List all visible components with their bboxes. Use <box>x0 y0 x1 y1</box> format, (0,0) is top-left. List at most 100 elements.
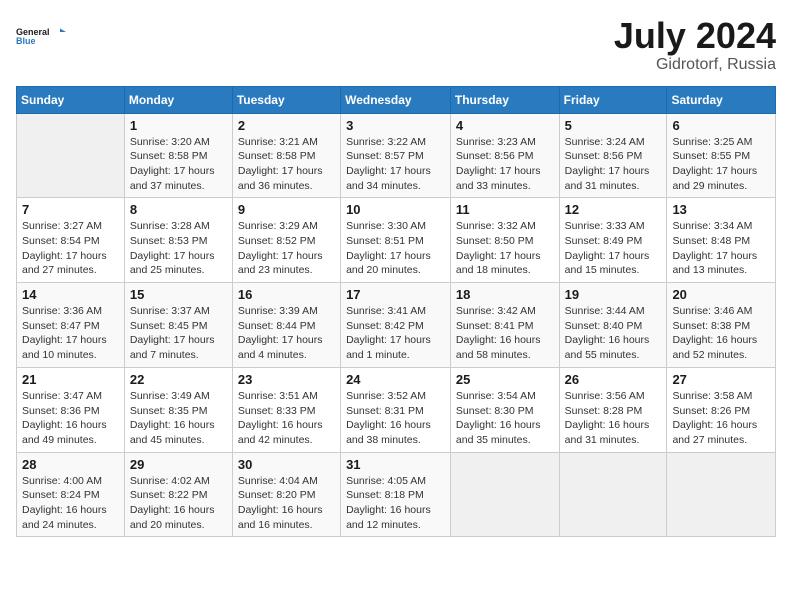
day-info: Sunrise: 4:02 AM Sunset: 8:22 PM Dayligh… <box>130 474 227 533</box>
calendar-cell: 7 Sunrise: 3:27 AM Sunset: 8:54 PM Daylig… <box>17 198 125 283</box>
day-number: 22 <box>130 372 227 387</box>
calendar-cell: 13 Sunrise: 3:34 AM Sunset: 8:48 PM Dayli… <box>667 198 776 283</box>
calendar-cell: 21 Sunrise: 3:47 AM Sunset: 8:36 PM Dayli… <box>17 367 125 452</box>
calendar-cell: 3 Sunrise: 3:22 AM Sunset: 8:57 PM Daylig… <box>341 113 451 198</box>
calendar-cell: 1 Sunrise: 3:20 AM Sunset: 8:58 PM Daylig… <box>124 113 232 198</box>
weekday-header-friday: Friday <box>559 86 667 113</box>
day-number: 11 <box>456 202 554 217</box>
day-number: 13 <box>672 202 770 217</box>
day-info: Sunrise: 3:58 AM Sunset: 8:26 PM Dayligh… <box>672 389 770 448</box>
weekday-header-thursday: Thursday <box>450 86 559 113</box>
calendar-cell: 27Sunrise: 3:58 AM Sunset: 8:26 PM Dayli… <box>667 367 776 452</box>
day-number: 15 <box>130 287 227 302</box>
day-info: Sunrise: 3:22 AM Sunset: 8:57 PM Dayligh… <box>346 135 445 194</box>
day-info: Sunrise: 3:27 AM Sunset: 8:54 PM Dayligh… <box>22 219 119 278</box>
day-info: Sunrise: 3:28 AM Sunset: 8:53 PM Dayligh… <box>130 219 227 278</box>
svg-text:Blue: Blue <box>16 36 36 46</box>
calendar-cell: 8 Sunrise: 3:28 AM Sunset: 8:53 PM Daylig… <box>124 198 232 283</box>
calendar-table: SundayMondayTuesdayWednesdayThursdayFrid… <box>16 86 776 538</box>
calendar-cell: 16Sunrise: 3:39 AM Sunset: 8:44 PM Dayli… <box>232 283 340 368</box>
calendar-cell: 6 Sunrise: 3:25 AM Sunset: 8:55 PM Daylig… <box>667 113 776 198</box>
calendar-cell: 31 Sunrise: 4:05 AM Sunset: 8:18 PM Dayli… <box>341 452 451 537</box>
weekday-header-sunday: Sunday <box>17 86 125 113</box>
weekday-header-saturday: Saturday <box>667 86 776 113</box>
calendar-cell: 29 Sunrise: 4:02 AM Sunset: 8:22 PM Dayli… <box>124 452 232 537</box>
calendar-cell: 20 Sunrise: 3:46 AM Sunset: 8:38 PM Dayli… <box>667 283 776 368</box>
day-info: Sunrise: 4:05 AM Sunset: 8:18 PM Dayligh… <box>346 474 445 533</box>
calendar-cell <box>559 452 667 537</box>
calendar-cell: 5Sunrise: 3:24 AM Sunset: 8:56 PM Daylig… <box>559 113 667 198</box>
day-info: Sunrise: 3:46 AM Sunset: 8:38 PM Dayligh… <box>672 304 770 363</box>
day-info: Sunrise: 3:47 AM Sunset: 8:36 PM Dayligh… <box>22 389 119 448</box>
day-number: 20 <box>672 287 770 302</box>
page-header: General Blue July 2024 Gidrotorf, Russia <box>16 16 776 74</box>
calendar-cell <box>450 452 559 537</box>
day-number: 24 <box>346 372 445 387</box>
day-info: Sunrise: 3:20 AM Sunset: 8:58 PM Dayligh… <box>130 135 227 194</box>
day-number: 6 <box>672 118 770 133</box>
calendar-cell: 15 Sunrise: 3:37 AM Sunset: 8:45 PM Dayli… <box>124 283 232 368</box>
calendar-cell: 19Sunrise: 3:44 AM Sunset: 8:40 PM Dayli… <box>559 283 667 368</box>
calendar-cell: 18Sunrise: 3:42 AM Sunset: 8:41 PM Dayli… <box>450 283 559 368</box>
day-number: 19 <box>565 287 662 302</box>
day-info: Sunrise: 3:36 AM Sunset: 8:47 PM Dayligh… <box>22 304 119 363</box>
calendar-cell: 12 Sunrise: 3:33 AM Sunset: 8:49 PM Dayli… <box>559 198 667 283</box>
day-number: 17 <box>346 287 445 302</box>
day-number: 28 <box>22 457 119 472</box>
day-number: 29 <box>130 457 227 472</box>
day-number: 2 <box>238 118 335 133</box>
calendar-cell: 14 Sunrise: 3:36 AM Sunset: 8:47 PM Dayli… <box>17 283 125 368</box>
day-info: Sunrise: 3:32 AM Sunset: 8:50 PM Dayligh… <box>456 219 554 278</box>
calendar-cell: 9Sunrise: 3:29 AM Sunset: 8:52 PM Daylig… <box>232 198 340 283</box>
day-info: Sunrise: 3:52 AM Sunset: 8:31 PM Dayligh… <box>346 389 445 448</box>
day-number: 31 <box>346 457 445 472</box>
weekday-header-tuesday: Tuesday <box>232 86 340 113</box>
weekday-header-monday: Monday <box>124 86 232 113</box>
day-info: Sunrise: 3:25 AM Sunset: 8:55 PM Dayligh… <box>672 135 770 194</box>
day-number: 4 <box>456 118 554 133</box>
day-number: 8 <box>130 202 227 217</box>
day-number: 21 <box>22 372 119 387</box>
day-info: Sunrise: 3:41 AM Sunset: 8:42 PM Dayligh… <box>346 304 445 363</box>
day-number: 23 <box>238 372 335 387</box>
day-info: Sunrise: 3:49 AM Sunset: 8:35 PM Dayligh… <box>130 389 227 448</box>
day-info: Sunrise: 3:39 AM Sunset: 8:44 PM Dayligh… <box>238 304 335 363</box>
day-info: Sunrise: 4:04 AM Sunset: 8:20 PM Dayligh… <box>238 474 335 533</box>
day-info: Sunrise: 3:33 AM Sunset: 8:49 PM Dayligh… <box>565 219 662 278</box>
calendar-cell: 28 Sunrise: 4:00 AM Sunset: 8:24 PM Dayli… <box>17 452 125 537</box>
day-number: 7 <box>22 202 119 217</box>
calendar-cell: 17 Sunrise: 3:41 AM Sunset: 8:42 PM Dayli… <box>341 283 451 368</box>
calendar-cell: 22 Sunrise: 3:49 AM Sunset: 8:35 PM Dayli… <box>124 367 232 452</box>
calendar-cell <box>667 452 776 537</box>
logo: General Blue <box>16 16 66 56</box>
day-number: 14 <box>22 287 119 302</box>
weekday-header-wednesday: Wednesday <box>341 86 451 113</box>
calendar-cell: 24 Sunrise: 3:52 AM Sunset: 8:31 PM Dayli… <box>341 367 451 452</box>
day-number: 12 <box>565 202 662 217</box>
day-info: Sunrise: 3:24 AM Sunset: 8:56 PM Dayligh… <box>565 135 662 194</box>
day-number: 30 <box>238 457 335 472</box>
day-info: Sunrise: 3:21 AM Sunset: 8:58 PM Dayligh… <box>238 135 335 194</box>
day-info: Sunrise: 4:00 AM Sunset: 8:24 PM Dayligh… <box>22 474 119 533</box>
calendar-cell: 26 Sunrise: 3:56 AM Sunset: 8:28 PM Dayli… <box>559 367 667 452</box>
day-info: Sunrise: 3:34 AM Sunset: 8:48 PM Dayligh… <box>672 219 770 278</box>
calendar-cell: 25Sunrise: 3:54 AM Sunset: 8:30 PM Dayli… <box>450 367 559 452</box>
day-info: Sunrise: 3:37 AM Sunset: 8:45 PM Dayligh… <box>130 304 227 363</box>
day-number: 26 <box>565 372 662 387</box>
calendar-cell: 4Sunrise: 3:23 AM Sunset: 8:56 PM Daylig… <box>450 113 559 198</box>
title-block: July 2024 Gidrotorf, Russia <box>614 16 776 74</box>
location-title: Gidrotorf, Russia <box>614 56 776 74</box>
day-info: Sunrise: 3:56 AM Sunset: 8:28 PM Dayligh… <box>565 389 662 448</box>
day-number: 25 <box>456 372 554 387</box>
day-number: 3 <box>346 118 445 133</box>
calendar-cell: 23 Sunrise: 3:51 AM Sunset: 8:33 PM Dayli… <box>232 367 340 452</box>
day-number: 18 <box>456 287 554 302</box>
day-info: Sunrise: 3:51 AM Sunset: 8:33 PM Dayligh… <box>238 389 335 448</box>
svg-text:General: General <box>16 27 50 37</box>
day-info: Sunrise: 3:30 AM Sunset: 8:51 PM Dayligh… <box>346 219 445 278</box>
calendar-cell: 11 Sunrise: 3:32 AM Sunset: 8:50 PM Dayli… <box>450 198 559 283</box>
month-title: July 2024 <box>614 16 776 56</box>
day-number: 1 <box>130 118 227 133</box>
logo-svg: General Blue <box>16 16 66 56</box>
calendar-cell: 10Sunrise: 3:30 AM Sunset: 8:51 PM Dayli… <box>341 198 451 283</box>
